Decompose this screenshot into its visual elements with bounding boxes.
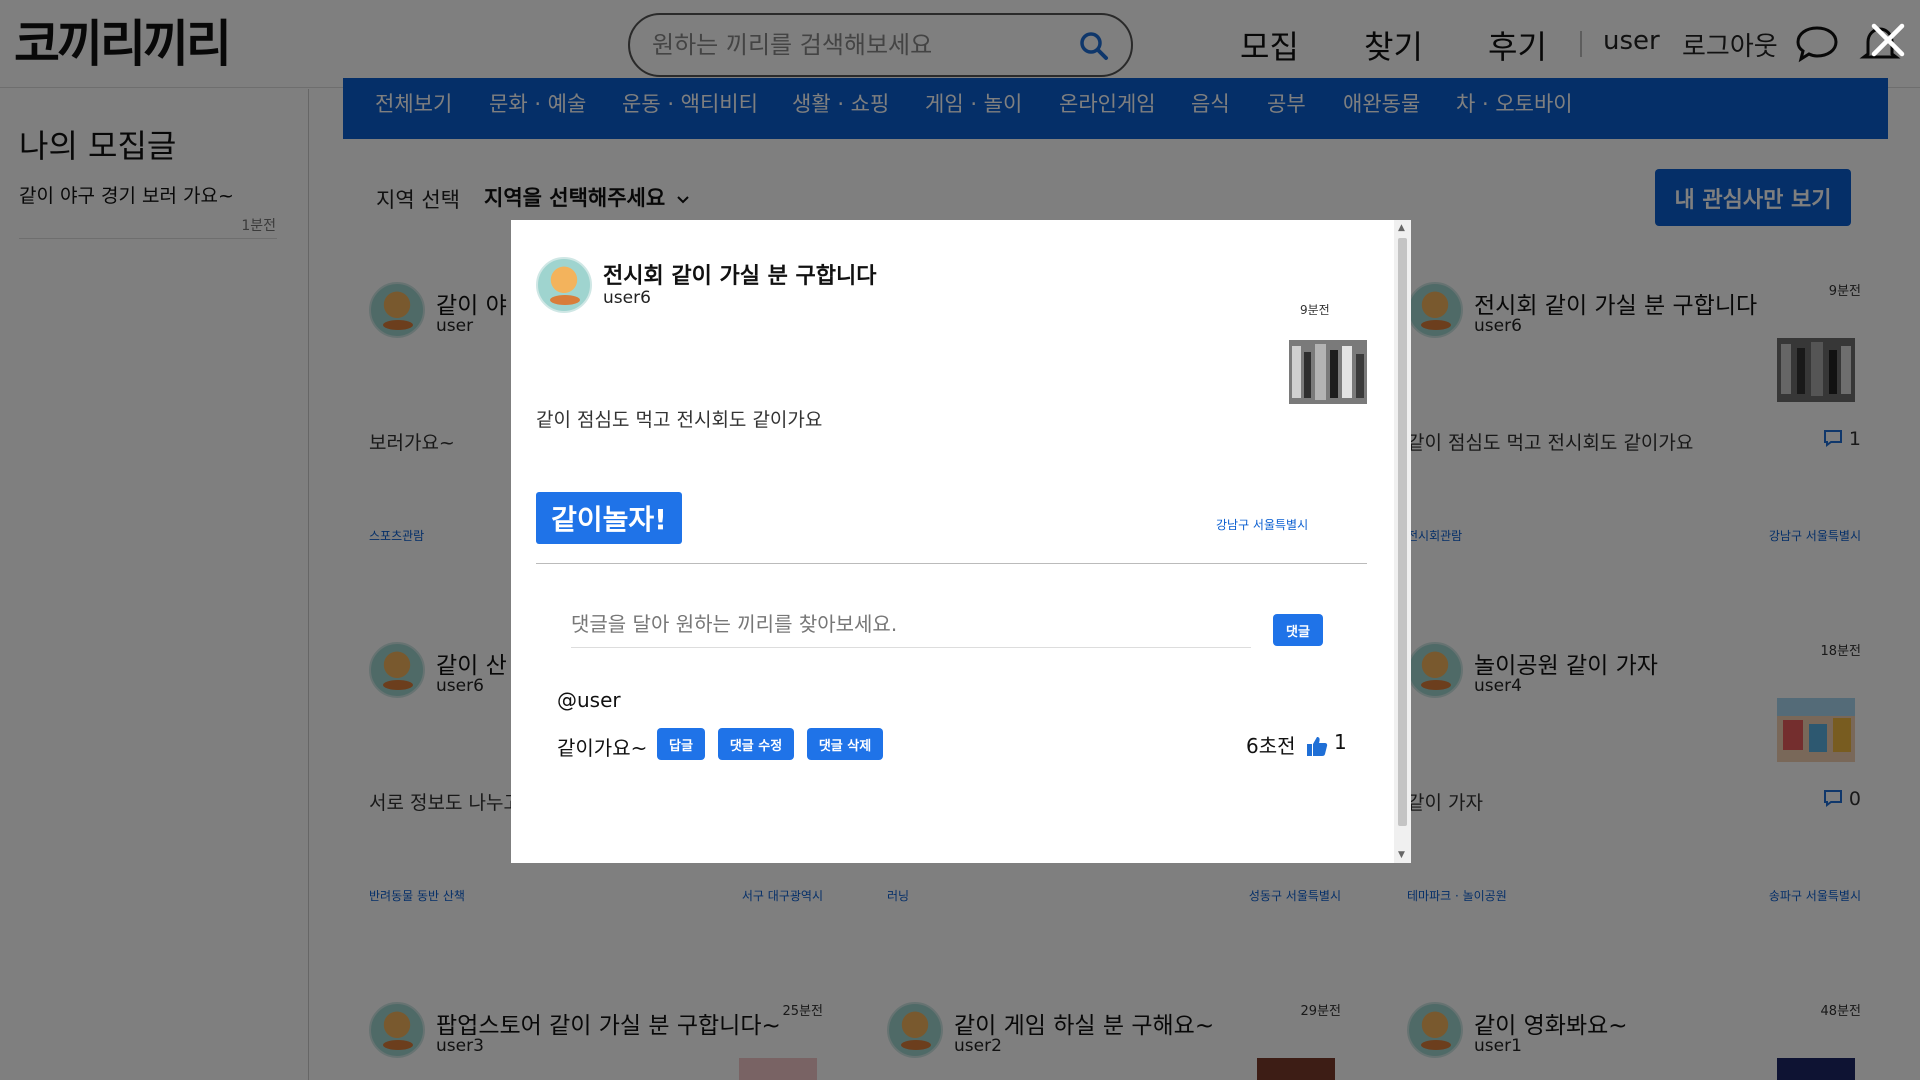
post-author[interactable]: user6 [603,288,651,308]
like-count: 1 [1334,730,1347,754]
edit-comment-button[interactable]: 댓글 수정 [718,728,794,760]
comment-submit-button[interactable]: 댓글 [1273,614,1323,646]
thumbs-up-icon[interactable] [1306,735,1328,757]
join-button[interactable]: 같이놀자! [536,492,682,544]
post-detail-modal: 전시회 같이 가실 분 구합니다 user6 9분전 같이 점심도 먹고 전시회… [511,220,1411,863]
post-title: 전시회 같이 가실 분 구합니다 [603,264,877,289]
modal-scrollbar[interactable]: ▲ ▼ [1394,220,1411,863]
reply-button[interactable]: 답글 [657,728,705,760]
comment-time: 6초전 [1246,734,1296,758]
post-location: 강남구 서울특별시 [1216,518,1309,532]
avatar [536,257,592,313]
delete-comment-button[interactable]: 댓글 삭제 [807,728,883,760]
scrollbar-thumb[interactable] [1398,238,1407,826]
post-time: 9분전 [1300,303,1330,317]
scroll-up-icon[interactable]: ▲ [1398,223,1405,233]
post-body: 같이 점심도 먹고 전시회도 같이가요 [536,409,823,431]
close-icon[interactable] [1868,20,1908,60]
scroll-down-icon[interactable]: ▼ [1398,850,1405,860]
comment-text: 같이가요~ [557,736,648,760]
post-image[interactable] [1289,340,1367,404]
comment-input[interactable] [571,600,1251,648]
divider [536,563,1367,564]
comment-author[interactable]: @user [557,688,621,712]
